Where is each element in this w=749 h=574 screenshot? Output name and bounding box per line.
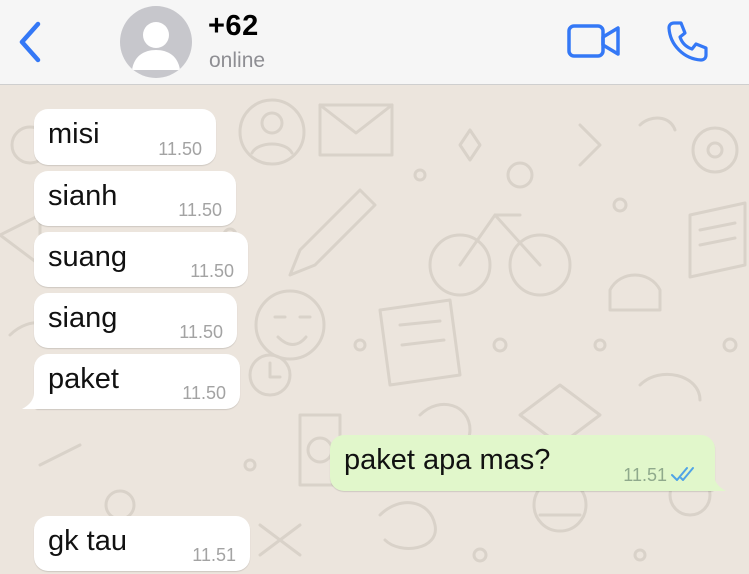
message-bubble[interactable]: suang 11.50: [34, 232, 248, 287]
video-call-button[interactable]: [566, 22, 622, 60]
message-time: 11.50: [190, 261, 234, 281]
message-text: sianh: [48, 180, 118, 212]
bubble-tail: [706, 475, 726, 491]
message-text: paket apa mas?: [344, 444, 551, 476]
read-receipt-icon: [671, 467, 694, 481]
voice-call-button[interactable]: [664, 18, 710, 64]
message-bubble[interactable]: sianh 11.50: [34, 171, 236, 226]
message-time: 11.51: [192, 545, 236, 565]
chat-header: +62 online: [0, 0, 749, 85]
contact-status: online: [209, 49, 266, 72]
bubble-tail: [22, 393, 42, 409]
contact-name[interactable]: +62: [208, 10, 259, 43]
chat-area[interactable]: misi 11.50 sianh 11.50 suang 11.50 siang…: [0, 85, 749, 574]
message-time: 11.50: [182, 383, 226, 403]
message-time: 11.50: [178, 200, 222, 220]
chevron-left-icon: [19, 21, 41, 63]
message-bubble[interactable]: misi 11.50: [34, 109, 216, 165]
video-camera-icon: [567, 24, 620, 58]
message-bubble[interactable]: paket 11.50: [22, 354, 240, 409]
back-button[interactable]: [10, 18, 50, 66]
message-text: siang: [48, 302, 118, 334]
message-time: 11.50: [179, 322, 223, 342]
message-text: gk tau: [48, 525, 127, 557]
phone-icon: [667, 21, 708, 62]
avatar[interactable]: [120, 6, 192, 78]
message-bubble[interactable]: gk tau 11.51: [34, 516, 250, 571]
message-time: 11.50: [158, 139, 202, 159]
message-bubble-outgoing[interactable]: paket apa mas? 11.51: [330, 435, 726, 491]
message-text: suang: [48, 241, 128, 273]
message-time: 11.51: [623, 465, 667, 485]
message-text: paket: [48, 363, 119, 395]
message-bubble[interactable]: siang 11.50: [34, 293, 237, 348]
message-text: misi: [48, 118, 100, 150]
avatar-placeholder-icon: [132, 22, 180, 70]
